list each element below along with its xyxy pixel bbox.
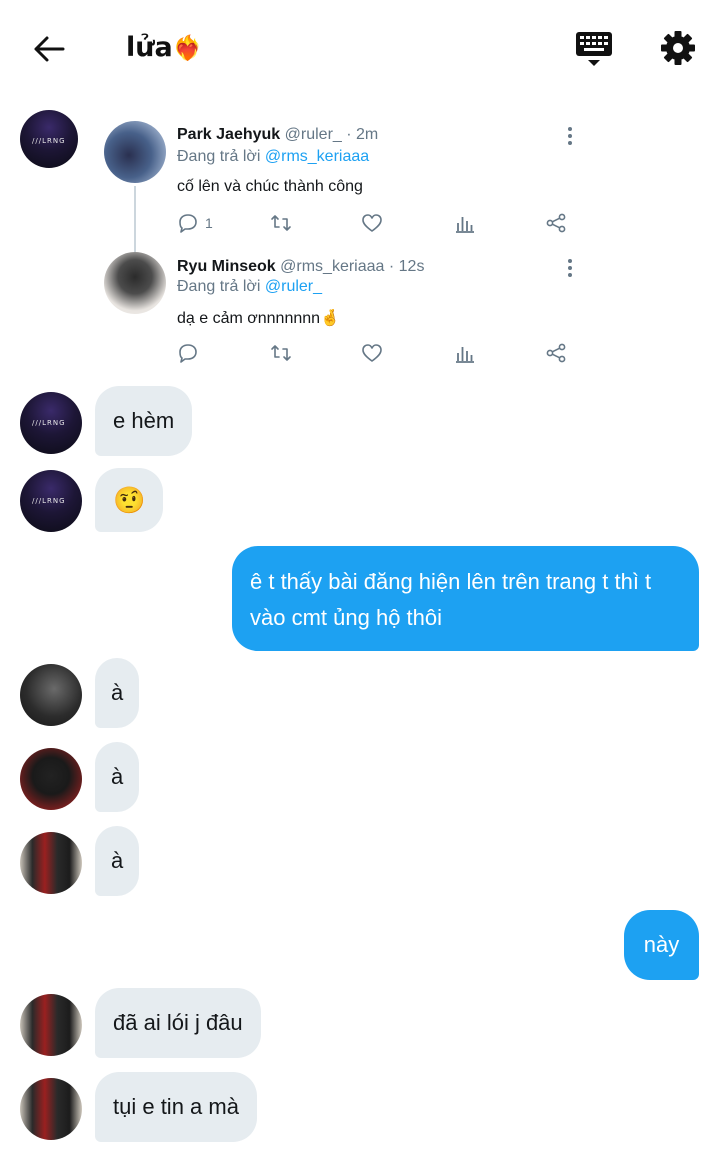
share-button[interactable] bbox=[545, 342, 567, 364]
reply-mention-link[interactable]: @rms_keriaaa bbox=[265, 148, 369, 165]
reply-prefix: Đang trả lời bbox=[177, 278, 261, 295]
message-text: à bbox=[111, 764, 124, 789]
reply-mention-link[interactable]: @ruler_ bbox=[265, 278, 322, 295]
tweet-reply-author-name: Ryu Minseok bbox=[177, 258, 276, 275]
reply-icon bbox=[179, 214, 197, 233]
share-icon bbox=[546, 343, 566, 363]
sender-avatar[interactable] bbox=[20, 994, 82, 1056]
analytics-button[interactable] bbox=[454, 342, 476, 364]
message-text: à bbox=[111, 680, 124, 705]
heart-icon bbox=[362, 214, 382, 232]
sender-avatar[interactable] bbox=[20, 832, 82, 894]
sender-avatar[interactable] bbox=[20, 748, 82, 810]
tweet-reply-author-handle: @rms_keriaaa bbox=[280, 258, 385, 275]
chat-header: lửa❤️‍🔥 bbox=[0, 0, 720, 100]
tweet-text: cố lên và chúc thành công bbox=[177, 178, 363, 195]
message-bubble-received[interactable]: e hèm bbox=[95, 386, 193, 456]
like-button[interactable] bbox=[361, 342, 383, 364]
tweet-author-handle: @ruler_ bbox=[284, 126, 342, 143]
sender-avatar[interactable] bbox=[20, 1078, 82, 1140]
tweet-reply-context: Đang trả lời @rms_keriaaa bbox=[177, 148, 369, 166]
tweet-reply-actions bbox=[177, 342, 577, 366]
reply-button[interactable]: 1 bbox=[177, 212, 213, 234]
analytics-icon bbox=[456, 347, 474, 363]
sender-avatar[interactable]: ///LRNG bbox=[20, 110, 78, 168]
tweet-author-name: Park Jaehyuk bbox=[177, 126, 281, 143]
message-text: ê t thấy bài đăng hiện lên trên trang t … bbox=[250, 569, 652, 630]
shared-tweet-reply[interactable]: Ryu Minseok @rms_keriaaa · 12s Đang trả … bbox=[104, 252, 604, 363]
analytics-icon bbox=[456, 217, 474, 233]
reply-count: 1 bbox=[205, 215, 213, 231]
conversation-title-text: lửa bbox=[126, 32, 173, 63]
message-bubble-received[interactable]: đã ai lói j đâu bbox=[95, 988, 261, 1058]
tweet-reply-more-icon[interactable] bbox=[560, 256, 580, 280]
message-text: đã ai lói j đâu bbox=[113, 1010, 243, 1035]
retweet-button[interactable] bbox=[270, 212, 292, 234]
tweet-more-icon[interactable] bbox=[560, 124, 580, 148]
crossed-fingers-icon: 🤞 bbox=[320, 310, 340, 327]
message-text: tụi e tin a mà bbox=[113, 1094, 239, 1119]
keyboard-toggle-icon[interactable] bbox=[572, 28, 616, 70]
share-icon bbox=[546, 213, 566, 233]
analytics-button[interactable] bbox=[454, 212, 476, 234]
avatar-logo-text: ///LRNG bbox=[32, 137, 66, 145]
retweet-icon bbox=[271, 345, 291, 361]
conversation-title: lửa❤️‍🔥 bbox=[126, 32, 203, 63]
message-bubble-received[interactable]: tụi e tin a mà bbox=[95, 1072, 257, 1142]
tweet-time: · 2m bbox=[346, 126, 379, 143]
message-text: e hèm bbox=[113, 408, 175, 433]
avatar-logo-text: ///LRNG bbox=[32, 497, 66, 505]
message-bubble-received[interactable]: à bbox=[95, 658, 140, 728]
tweet-reply-context: Đang trả lời @ruler_ bbox=[177, 278, 322, 296]
reply-icon bbox=[179, 344, 197, 363]
message-bubble-received[interactable]: 🤨 bbox=[95, 468, 164, 532]
tweet-reply-time: · 12s bbox=[388, 258, 425, 275]
tweet-author-avatar[interactable] bbox=[104, 121, 166, 183]
message-bubble-sent[interactable]: này bbox=[624, 910, 699, 980]
message-bubble-received[interactable]: à bbox=[95, 826, 140, 896]
tweet-header: Park Jaehyuk @ruler_ · 2m bbox=[177, 126, 378, 144]
like-button[interactable] bbox=[361, 212, 383, 234]
heart-icon bbox=[362, 344, 382, 362]
settings-gear-icon[interactable] bbox=[656, 26, 700, 70]
sender-avatar[interactable] bbox=[20, 664, 82, 726]
message-bubble-received[interactable]: à bbox=[95, 742, 140, 812]
message-bubble-sent[interactable]: ê t thấy bài đăng hiện lên trên trang t … bbox=[232, 546, 699, 651]
tweet-reply-text-body: dạ e cảm ơnnnnnnn bbox=[177, 310, 321, 327]
reply-prefix: Đang trả lời bbox=[177, 148, 261, 165]
raised-eyebrow-emoji-icon: 🤨 bbox=[113, 484, 146, 515]
share-button[interactable] bbox=[545, 212, 567, 234]
tweet-reply-author-avatar[interactable] bbox=[104, 252, 166, 314]
tweet-actions: 1 bbox=[177, 212, 577, 236]
tweet-reply-text: dạ e cảm ơnnnnnnn🤞 bbox=[177, 308, 340, 328]
retweet-icon bbox=[271, 215, 291, 231]
shared-tweet-main[interactable]: Park Jaehyuk @ruler_ · 2m Đang trả lời @… bbox=[104, 120, 604, 233]
avatar-logo-text: ///LRNG bbox=[32, 419, 66, 427]
sender-avatar[interactable]: ///LRNG bbox=[20, 470, 82, 532]
sender-avatar[interactable]: ///LRNG bbox=[20, 392, 82, 454]
message-text: này bbox=[643, 932, 680, 957]
retweet-button[interactable] bbox=[270, 342, 292, 364]
reply-button[interactable] bbox=[177, 342, 199, 364]
tweet-reply-header: Ryu Minseok @rms_keriaaa · 12s bbox=[177, 258, 424, 276]
message-text: à bbox=[111, 848, 124, 873]
fire-heart-icon: ❤️‍🔥 bbox=[172, 34, 203, 62]
back-arrow-icon[interactable] bbox=[28, 28, 70, 70]
